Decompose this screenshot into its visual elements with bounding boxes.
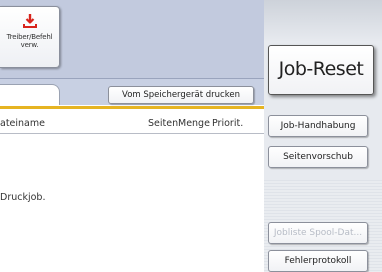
job-reset-button[interactable]: Job-Reset	[268, 45, 374, 95]
toolbar-divider	[0, 78, 264, 79]
page-preview-button[interactable]: Seitenvorschub	[268, 146, 368, 168]
driver-command-button[interactable]: Treiber/Befehl verw.	[0, 6, 60, 68]
print-from-storage-button[interactable]: Vom Speichergerät drucken	[108, 86, 254, 104]
job-list-panel	[0, 105, 264, 272]
driver-command-label: Treiber/Befehl verw.	[6, 33, 53, 49]
job-list-tab[interactable]	[0, 84, 60, 105]
header-divider	[0, 133, 264, 134]
header-highlight-line	[0, 106, 264, 109]
job-handling-button[interactable]: Job-Handhabung	[268, 115, 368, 137]
column-priority: Priorit.	[212, 118, 244, 129]
empty-list-message: Druckjob.	[0, 192, 46, 203]
error-log-button[interactable]: Fehlerprotokoll	[268, 250, 368, 272]
column-quantity: Menge	[178, 118, 210, 129]
column-pages: Seiten	[148, 118, 179, 129]
spool-job-list-button[interactable]: Jobliste Spool-Dat...	[268, 222, 368, 244]
download-arrow-icon	[22, 14, 37, 28]
right-panel-header	[264, 0, 382, 42]
column-filename: ateiname	[0, 118, 45, 129]
